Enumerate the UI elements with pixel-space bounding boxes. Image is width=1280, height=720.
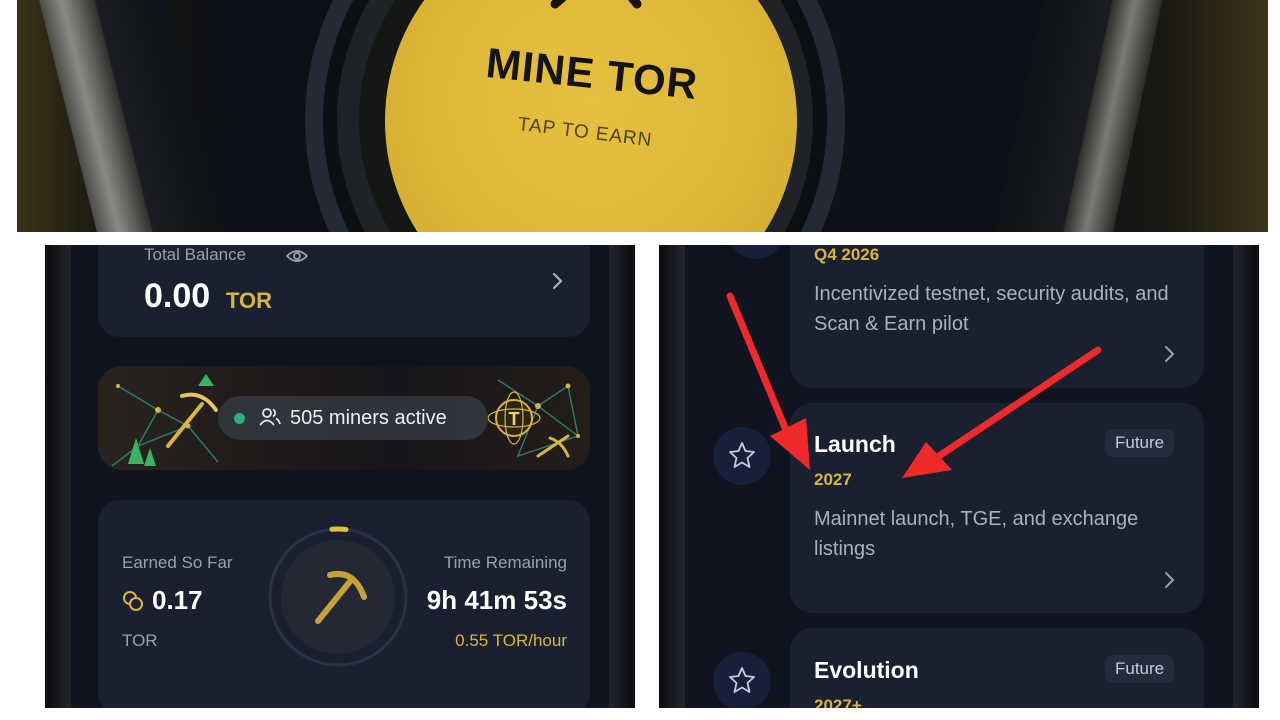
balance-amount: 0.00 <box>144 277 211 315</box>
chevron-right-icon[interactable] <box>1164 345 1176 363</box>
balance-card[interactable]: Total Balance 0.00 TOR <box>98 245 590 337</box>
mining-progress-ring[interactable] <box>266 525 410 669</box>
mine-tor-banner: MINE TOR TAP TO EARN <box>17 0 1268 232</box>
phone-frame-left <box>659 245 685 708</box>
miners-active-text: 505 miners active <box>290 407 447 429</box>
earned-value: 0.17 <box>152 585 203 615</box>
svg-text:T: T <box>509 409 520 429</box>
chevron-right-icon[interactable] <box>1164 571 1176 589</box>
earned-unit: TOR <box>122 631 158 650</box>
users-icon <box>259 408 281 426</box>
balance-label: Total Balance <box>144 245 247 264</box>
roadmap-period: Q4 2026 <box>814 245 880 264</box>
wallet-screenshot: Total Balance 0.00 TOR T 505 miners acti… <box>45 245 635 708</box>
star-icon <box>729 667 755 693</box>
eye-icon[interactable] <box>286 248 308 264</box>
star-icon <box>729 442 755 468</box>
roadmap-title: Launch <box>814 431 896 457</box>
phone-frame-right <box>1233 245 1259 708</box>
roadmap-screen: Q4 2026 Incentivized testnet, security a… <box>685 245 1233 708</box>
roadmap-description: Incentivized testnet, security audits, a… <box>814 283 1169 335</box>
coins-icon <box>123 591 143 611</box>
time-remaining-label: Time Remaining <box>443 553 567 572</box>
roadmap-screenshot: Q4 2026 Incentivized testnet, security a… <box>659 245 1259 708</box>
miners-active-banner: T 505 miners active <box>98 366 590 470</box>
pickaxe-icon <box>550 0 642 9</box>
roadmap-period: 2027+ <box>814 696 862 708</box>
timeline-marker <box>727 245 785 259</box>
phone-frame-left <box>45 245 71 708</box>
roadmap-period: 2027 <box>814 470 852 489</box>
roadmap-description: Mainnet launch, TGE, and exchange listin… <box>814 508 1139 560</box>
status-badge: Future <box>1105 429 1175 457</box>
phone-frame-right <box>609 245 635 708</box>
earned-so-far-label: Earned So Far <box>122 553 233 572</box>
timeline-marker <box>713 652 771 708</box>
mining-rate: 0.55 TOR/hour <box>455 631 567 650</box>
timeline-marker <box>713 427 771 485</box>
chevron-right-icon <box>552 272 563 290</box>
time-remaining-value: 9h 41m 53s <box>426 585 567 615</box>
wallet-screen: Total Balance 0.00 TOR T 505 miners acti… <box>71 245 609 708</box>
balance-unit: TOR <box>226 288 273 313</box>
status-badge: Future <box>1105 655 1175 683</box>
roadmap-title: Evolution <box>814 657 919 683</box>
live-status-dot <box>234 413 245 424</box>
